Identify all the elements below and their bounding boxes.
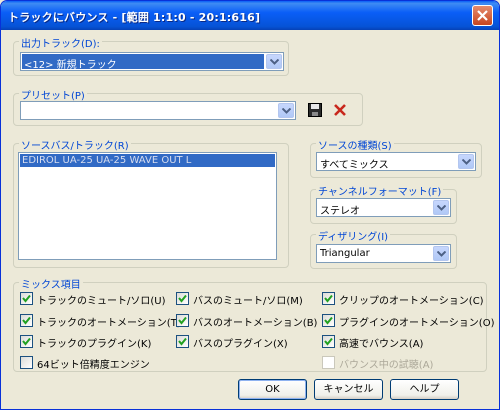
checkbox-box[interactable] <box>322 292 335 305</box>
checkmark-icon <box>178 337 187 346</box>
close-button[interactable] <box>472 5 493 26</box>
checkbox-box[interactable] <box>322 356 335 369</box>
list-item[interactable]: EDIROL UA-25 UA-25 WAVE OUT L <box>20 154 275 167</box>
checkbox-box[interactable] <box>322 335 335 348</box>
checkmark-icon <box>22 294 31 303</box>
checkmark-icon <box>324 337 333 346</box>
floppy-disk-icon[interactable] <box>307 102 323 118</box>
checkmark-icon <box>324 316 333 325</box>
channel-format-value: ステレオ <box>320 206 360 217</box>
source-type-group: ソースの種類(S) すべてミックス <box>310 137 482 178</box>
checkbox-label: トラックのオートメーション(T) <box>37 318 181 329</box>
channel-format-dropdown-button[interactable] <box>433 200 449 215</box>
ok-button[interactable]: OK <box>238 379 307 400</box>
preset-label: プリセット(P) <box>19 87 87 102</box>
checkbox-box[interactable] <box>20 314 33 327</box>
output-track-dropdown-button[interactable] <box>266 54 282 69</box>
source-bus-label: ソースバス/トラック(R) <box>19 137 131 152</box>
checkbox-label: バウンス中の試聴(A) <box>339 360 434 371</box>
bounce-to-track-dialog: トラックにバウンス - [範囲 1:1:0 - 20:1:616] 出力トラック… <box>0 0 500 410</box>
checkbox-label: バスのミュート/ソロ(M) <box>193 296 303 307</box>
chevron-down-icon <box>437 251 446 257</box>
checkbox-box[interactable] <box>176 335 189 348</box>
source-bus-list[interactable]: EDIROL UA-25 UA-25 WAVE OUT L <box>18 152 277 260</box>
title-bar[interactable]: トラックにバウンス - [範囲 1:1:0 - 20:1:616] <box>1 1 499 30</box>
checkbox-label: プラグインのオートメーション(O) <box>339 318 495 329</box>
channel-format-select[interactable]: ステレオ <box>316 198 451 217</box>
output-track-value: <12> 新規トラック <box>22 54 264 71</box>
channel-format-label: チャンネルフォーマット(F) <box>316 183 444 198</box>
checkmark-icon <box>178 316 187 325</box>
checkbox-box[interactable] <box>20 356 33 369</box>
checkbox-label: バスのプラグイン(X) <box>193 339 288 350</box>
source-type-label: ソースの種類(S) <box>316 137 394 152</box>
checkbox-box[interactable] <box>176 292 189 305</box>
checkmark-icon <box>324 294 333 303</box>
chevron-down-icon <box>462 159 471 165</box>
source-type-select[interactable]: すべてミックス <box>316 152 476 171</box>
help-button[interactable]: ヘルプ <box>390 379 459 400</box>
chevron-down-icon <box>282 108 291 114</box>
checkbox-label: 64ビット倍精度エンジン <box>37 360 150 371</box>
output-track-select[interactable]: <12> 新規トラック <box>20 52 284 71</box>
checkmark-icon <box>22 337 31 346</box>
output-track-label: 出力トラック(D): <box>19 35 102 50</box>
checkbox-box[interactable] <box>20 292 33 305</box>
close-icon <box>477 10 488 21</box>
checkbox-label: バスのオートメーション(B) <box>193 318 318 329</box>
checkbox-label: 高速でバウンス(A) <box>339 339 424 350</box>
channel-format-group: チャンネルフォーマット(F) ステレオ <box>310 183 457 224</box>
preset-select[interactable] <box>20 101 296 120</box>
preset-dropdown-button[interactable] <box>278 103 294 118</box>
source-type-dropdown-button[interactable] <box>458 154 474 169</box>
dithering-label: ディザリング(I) <box>316 228 391 243</box>
preset-group: プリセット(P) <box>13 87 363 126</box>
chevron-down-icon <box>270 59 279 65</box>
mix-items-label: ミックス項目 <box>19 276 83 291</box>
output-track-group: 出力トラック(D): <12> 新規トラック <box>13 35 289 76</box>
source-type-value: すべてミックス <box>320 160 389 171</box>
checkbox-label: トラックのプラグイン(K) <box>37 339 152 350</box>
checkmark-icon <box>22 316 31 325</box>
dithering-value: Triangular <box>320 248 370 259</box>
checkmark-icon <box>178 294 187 303</box>
checkbox-label: クリップのオートメーション(C) <box>339 296 484 307</box>
dithering-select[interactable]: Triangular <box>316 244 451 263</box>
dithering-dropdown-button[interactable] <box>433 246 449 261</box>
cancel-button[interactable]: キャンセル <box>314 379 383 400</box>
red-x-icon[interactable] <box>332 102 348 118</box>
checkbox-box[interactable] <box>20 335 33 348</box>
checkbox-box[interactable] <box>176 314 189 327</box>
checkbox-box[interactable] <box>322 314 335 327</box>
checkbox-label: トラックのミュート/ソロ(U) <box>37 296 166 307</box>
window-title: トラックにバウンス - [範囲 1:1:0 - 20:1:616] <box>8 11 261 24</box>
chevron-down-icon <box>437 205 446 211</box>
dithering-group: ディザリング(I) Triangular <box>310 228 457 269</box>
